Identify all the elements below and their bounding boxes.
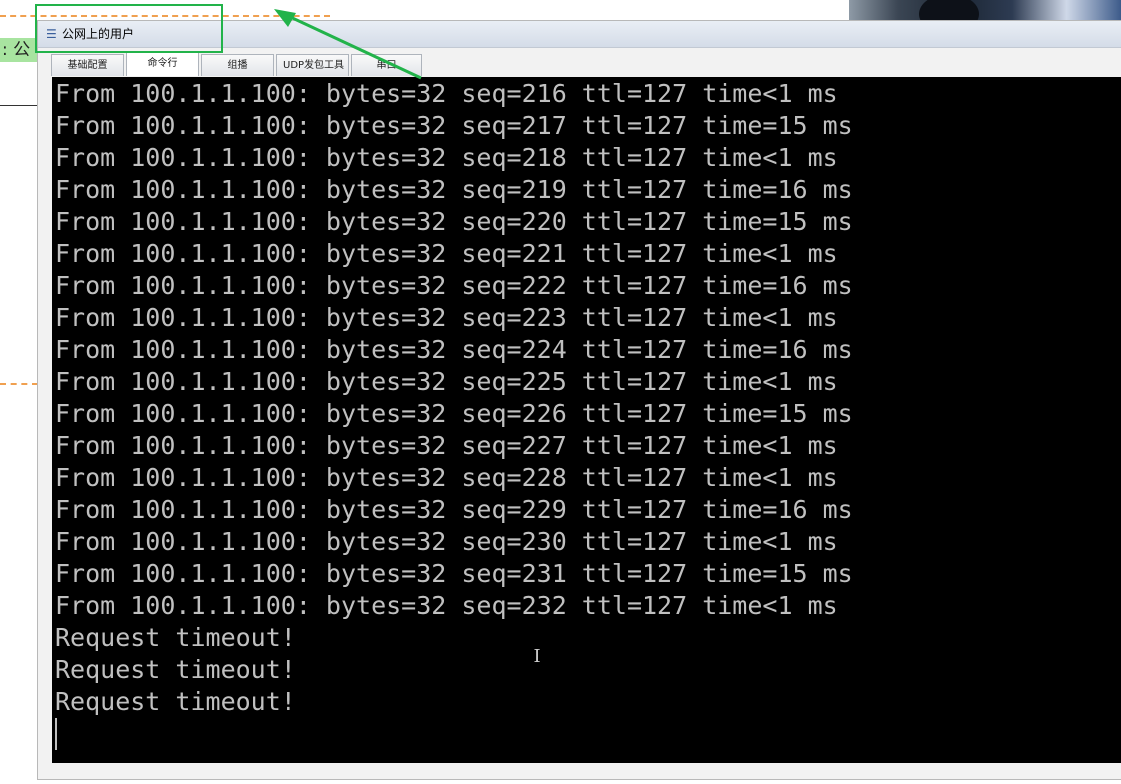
- tab-udp-tool[interactable]: UDP发包工具: [276, 54, 349, 76]
- terminal-line: From 100.1.1.100: bytes=32 seq=228 ttl=1…: [55, 463, 838, 492]
- diagram-line-fragment: [0, 105, 38, 106]
- tab-command-line[interactable]: 命令行: [126, 52, 199, 76]
- terminal-line: From 100.1.1.100: bytes=32 seq=229 ttl=1…: [55, 495, 853, 524]
- terminal-line: From 100.1.1.100: bytes=32 seq=219 ttl=1…: [55, 175, 853, 204]
- terminal-line: From 100.1.1.100: bytes=32 seq=225 ttl=1…: [55, 367, 838, 396]
- tab-basic-config[interactable]: 基础配置: [51, 54, 124, 76]
- annotation-highlight-box: [35, 4, 223, 53]
- command-line-terminal[interactable]: From 100.1.1.100: bytes=32 seq=216 ttl=1…: [52, 77, 1121, 763]
- terminal-line: From 100.1.1.100: bytes=32 seq=227 ttl=1…: [55, 431, 838, 460]
- terminal-line: From 100.1.1.100: bytes=32 seq=231 ttl=1…: [55, 559, 853, 588]
- screen: : 公 ☰ 公网上的用户 基础配置 命令行 组播 UDP发包工具 串口 From…: [0, 0, 1121, 784]
- terminal-line: Request timeout!: [55, 687, 296, 716]
- terminal-output: From 100.1.1.100: bytes=32 seq=216 ttl=1…: [55, 78, 853, 718]
- terminal-caret: [55, 718, 57, 750]
- text-cursor-icon: I: [533, 646, 541, 667]
- tab-serial-port[interactable]: 串口: [351, 54, 422, 76]
- terminal-line: From 100.1.1.100: bytes=32 seq=222 ttl=1…: [55, 271, 853, 300]
- terminal-line: From 100.1.1.100: bytes=32 seq=218 ttl=1…: [55, 143, 838, 172]
- pc-window[interactable]: ☰ 公网上的用户 基础配置 命令行 组播 UDP发包工具 串口 From 100…: [37, 20, 1121, 780]
- tab-strip: 基础配置 命令行 组播 UDP发包工具 串口: [51, 52, 424, 78]
- tab-multicast[interactable]: 组播: [201, 54, 274, 76]
- terminal-line: From 100.1.1.100: bytes=32 seq=217 ttl=1…: [55, 111, 853, 140]
- terminal-line: From 100.1.1.100: bytes=32 seq=230 ttl=1…: [55, 527, 838, 556]
- terminal-line: From 100.1.1.100: bytes=32 seq=232 ttl=1…: [55, 591, 838, 620]
- terminal-line: From 100.1.1.100: bytes=32 seq=220 ttl=1…: [55, 207, 853, 236]
- terminal-line: Request timeout!: [55, 655, 296, 684]
- terminal-line: Request timeout!: [55, 623, 296, 652]
- terminal-line: From 100.1.1.100: bytes=32 seq=223 ttl=1…: [55, 303, 838, 332]
- terminal-line: From 100.1.1.100: bytes=32 seq=224 ttl=1…: [55, 335, 853, 364]
- diagram-dashed-line-middle: [0, 383, 38, 385]
- terminal-line: From 100.1.1.100: bytes=32 seq=221 ttl=1…: [55, 239, 838, 268]
- terminal-line: From 100.1.1.100: bytes=32 seq=226 ttl=1…: [55, 399, 853, 428]
- diagram-label-fragment: : 公: [0, 38, 40, 62]
- terminal-line: From 100.1.1.100: bytes=32 seq=216 ttl=1…: [55, 79, 838, 108]
